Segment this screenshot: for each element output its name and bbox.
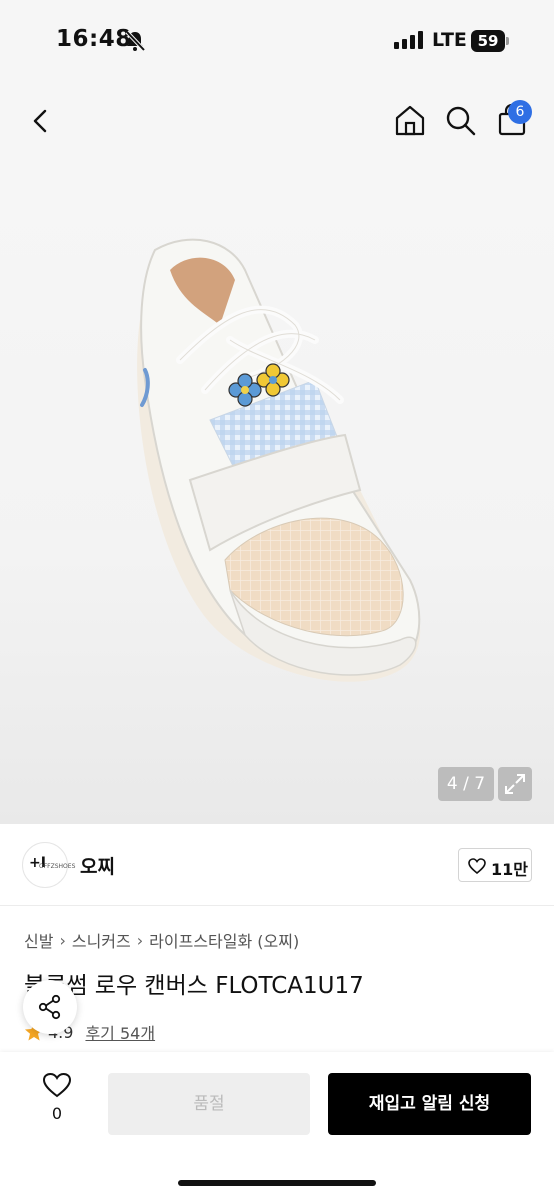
brand-row[interactable]: +I OFFZSHOES 오찌 11만: [0, 824, 554, 906]
home-icon[interactable]: [392, 102, 428, 138]
purchase-bar: 0 품절 재입고 알림 신청: [0, 1052, 554, 1200]
restock-alert-button[interactable]: 재입고 알림 신청: [328, 1073, 531, 1135]
expand-icon[interactable]: [498, 767, 532, 801]
reviews-link[interactable]: 후기 54개: [85, 1020, 155, 1044]
chevron-right-icon: ›: [59, 930, 66, 950]
product-image[interactable]: [110, 230, 440, 700]
chevron-right-icon: ›: [136, 930, 144, 950]
status-time: 16:48: [56, 26, 132, 52]
status-bar: 16:48 LTE 59: [0, 0, 554, 84]
brand-like-button[interactable]: 11만: [458, 848, 532, 882]
brand-logo[interactable]: +I OFFZSHOES: [22, 842, 75, 888]
product-image-gallery[interactable]: 4 / 7: [0, 160, 554, 824]
soldout-button: 품절: [108, 1073, 310, 1135]
battery-level: 59: [471, 30, 505, 52]
brand-name[interactable]: 오찌: [80, 852, 115, 879]
network-type: LTE: [432, 29, 467, 51]
search-icon[interactable]: [442, 102, 478, 138]
breadcrumb-item[interactable]: 라이프스타일화 (오찌): [149, 928, 299, 952]
home-indicator: [178, 1180, 376, 1186]
breadcrumb: 신발 › 스니커즈 › 라이프스타일화 (오찌): [24, 928, 299, 952]
wishlist-count: 0: [51, 1104, 63, 1123]
brand-like-count: 11만: [491, 860, 528, 879]
breadcrumb-item[interactable]: 신발: [24, 928, 53, 952]
signal-icon: [394, 31, 423, 49]
battery-icon: 59: [471, 30, 509, 52]
breadcrumb-item[interactable]: 스니커즈: [72, 928, 131, 952]
product-title: 블루썸 로우 캔버스 FLOTCA1U17: [24, 973, 364, 999]
brand-logo-sub: OFFZSHOES: [39, 863, 76, 870]
top-nav: [0, 84, 554, 160]
heart-icon: [468, 858, 486, 874]
wishlist-button[interactable]: 0: [30, 1072, 84, 1136]
image-counter: 4 / 7: [438, 767, 494, 801]
share-button[interactable]: [23, 980, 77, 1034]
heart-icon: [42, 1072, 72, 1098]
cart-count-badge: 6: [508, 100, 532, 124]
bell-muted-icon: [125, 30, 146, 52]
back-icon[interactable]: [24, 104, 58, 138]
share-icon: [38, 994, 61, 1020]
